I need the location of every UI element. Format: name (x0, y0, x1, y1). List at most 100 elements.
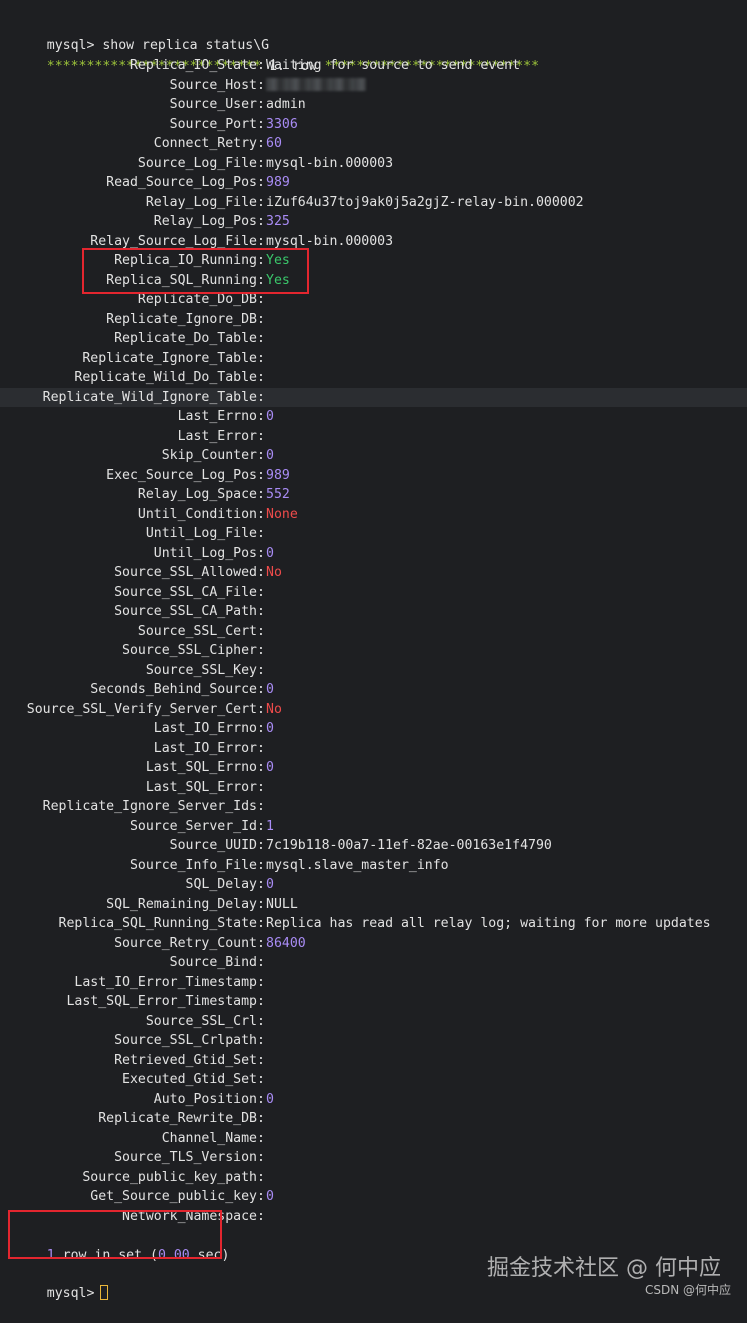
status-row: Source_Port:3306 (0, 115, 747, 135)
status-key: Source_SSL_CA_File (114, 584, 257, 600)
key-separator: : (257, 623, 265, 639)
command-line: mysql> show replica status\G (15, 16, 269, 53)
status-row: Seconds_Behind_Source:0 (0, 680, 747, 700)
status-key: Source_Host (169, 77, 257, 93)
status-value: 7c19b118-00a7-11ef-82ae-00163e1f4790 (266, 838, 552, 853)
status-row: Until_Log_File: (0, 524, 747, 544)
key-separator: : (257, 526, 265, 541)
status-key: Source_public_key_path (82, 1169, 257, 1185)
status-key: Source_Info_File (129, 857, 257, 873)
status-key: Replicate_Ignore_DB (106, 311, 257, 327)
key-separator: : (257, 428, 265, 444)
status-row: Last_SQL_Errno:0 (0, 758, 747, 778)
status-row: Skip_Counter:0 (0, 446, 747, 466)
status-key: Replicate_Wild_Do_Table (74, 370, 257, 385)
status-key: Last_SQL_Error (145, 779, 257, 795)
status-key: Until_Log_Pos (153, 545, 257, 561)
status-value: 0 (266, 721, 274, 736)
status-key: Replicate_Do_Table (114, 331, 257, 346)
status-key: Replicate_Rewrite_DB (98, 1111, 257, 1126)
status-key: Source_Retry_Count (114, 935, 257, 951)
status-row: Source_public_key_path: (0, 1168, 747, 1188)
status-key: Get_Source_public_key (90, 1189, 257, 1204)
key-separator: : (257, 1169, 265, 1185)
status-row: Source_User: admin (0, 95, 747, 115)
status-key: Source_SSL_Crlpath (114, 1033, 257, 1048)
status-value: 86400 (266, 935, 306, 951)
status-row: Source_Info_File: mysql.slave_master_info (0, 856, 747, 876)
status-value: 60 (266, 136, 282, 151)
key-separator: : (257, 311, 265, 327)
status-row: Source_Bind: (0, 953, 747, 973)
status-value: 0 (266, 760, 274, 775)
status-row: Relay_Log_File: iZuf64u37toj9ak0j5a2gjZ-r… (0, 193, 747, 213)
key-separator: : (257, 77, 265, 93)
key-separator: : (257, 1189, 265, 1204)
status-key: Replica_IO_State (129, 58, 257, 73)
key-separator: : (257, 175, 265, 190)
key-separator: : (257, 1130, 265, 1146)
status-row: Until_Log_Pos:0 (0, 544, 747, 564)
status-row: Executed_Gtid_Set: (0, 1070, 747, 1090)
status-key: Executed_Gtid_Set (122, 1072, 257, 1087)
status-key: Source_SSL_CA_Path (114, 604, 257, 619)
status-row: Replica_SQL_Running_State: Replica has re… (0, 914, 747, 934)
status-key: Until_Condition (137, 506, 257, 522)
key-separator: : (257, 545, 265, 561)
key-separator: : (257, 994, 265, 1009)
status-key: SQL_Delay (185, 877, 257, 892)
status-row: Last_Error: (0, 427, 747, 447)
credit-label: CSDN @何中应 (644, 1283, 731, 1297)
status-key: Replicate_Ignore_Table (82, 350, 257, 366)
status-key: Replica_SQL_Running_State (58, 916, 258, 931)
status-row: SQL_Delay:0 (0, 875, 747, 895)
key-separator: : (257, 662, 265, 678)
status-key: Source_Bind (169, 955, 257, 970)
annotation-box-running (82, 248, 309, 294)
status-key: Exec_Source_Log_Pos (106, 467, 257, 483)
status-row: Source_SSL_Cipher: (0, 641, 747, 661)
status-row: Source_Host: (0, 76, 747, 96)
status-row: Replicate_Wild_Do_Table: (0, 368, 747, 388)
key-separator: : (257, 331, 265, 346)
status-row: Exec_Source_Log_Pos:989 (0, 466, 747, 486)
status-row: Source_SSL_Key: (0, 661, 747, 681)
status-value: 0 (266, 545, 274, 561)
cursor-icon[interactable] (100, 1285, 109, 1300)
status-row: Replicate_Rewrite_DB: (0, 1109, 747, 1129)
status-row: Replica_IO_State: Waiting for source to s… (0, 56, 747, 76)
status-value: 0 (266, 1091, 274, 1107)
status-key: Skip_Counter (161, 448, 257, 463)
status-row: Source_SSL_Cert: (0, 622, 747, 642)
status-value: mysql.slave_master_info (266, 857, 449, 873)
status-key: Replicate_Wild_Ignore_Table (42, 389, 257, 405)
status-key: Last_IO_Errno (153, 721, 257, 736)
key-separator: : (257, 448, 265, 463)
status-value: 0 (266, 448, 274, 463)
status-row: Replicate_Ignore_DB: (0, 310, 747, 330)
status-row: Source_Server_Id:1 (0, 817, 747, 837)
status-value: NULL (266, 896, 298, 912)
key-separator: : (257, 467, 265, 483)
key-separator: : (257, 389, 265, 405)
status-row: Source_SSL_Crlpath: (0, 1031, 747, 1051)
status-row: Read_Source_Log_Pos:989 (0, 173, 747, 193)
status-key: Source_SSL_Cipher (122, 643, 257, 658)
key-separator: : (257, 194, 265, 210)
annotation-box-summary (8, 1210, 222, 1259)
status-value: mysql-bin.000003 (266, 155, 394, 171)
status-row: Last_SQL_Error: (0, 778, 747, 798)
key-separator: : (257, 409, 265, 424)
status-row: Source_SSL_Verify_Server_Cert: No (0, 700, 747, 720)
key-separator: : (257, 818, 265, 834)
status-row: Replicate_Ignore_Table: (0, 349, 747, 369)
status-row: Last_IO_Error_Timestamp: (0, 973, 747, 993)
terminal-window[interactable]: mysql> show replica status\G ***********… (0, 0, 747, 1306)
status-key: SQL_Remaining_Delay (106, 896, 257, 912)
status-row: Source_Log_File: mysql-bin.000003 (0, 154, 747, 174)
status-row: Last_SQL_Error_Timestamp: (0, 992, 747, 1012)
status-row: Source_SSL_Crl: (0, 1012, 747, 1032)
status-row: Last_IO_Error: (0, 739, 747, 759)
status-row: Source_SSL_CA_Path: (0, 602, 747, 622)
status-row: Until_Condition: None (0, 505, 747, 525)
